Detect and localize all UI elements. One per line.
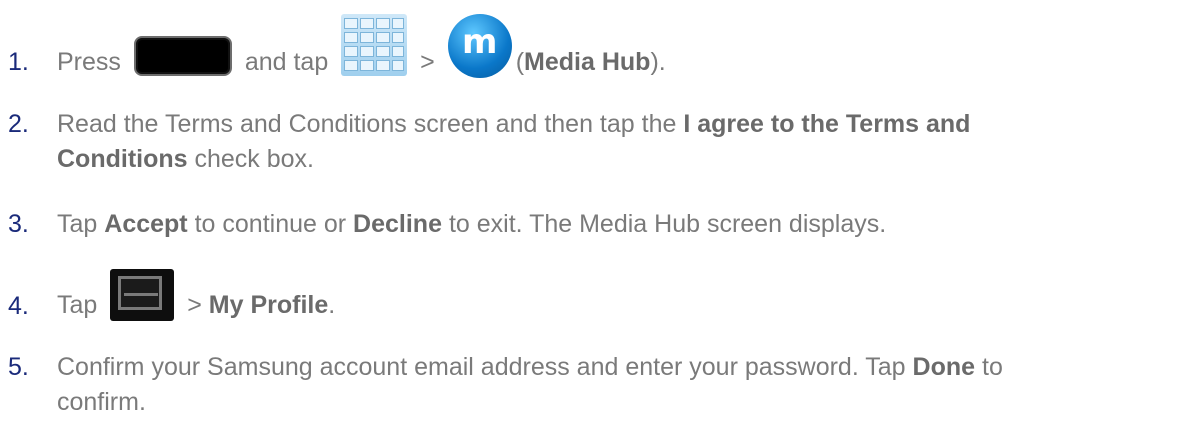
step-number: 5. bbox=[8, 353, 29, 381]
step-text: Press and tap > m (Media Hub). bbox=[57, 14, 666, 78]
step-number: 1. bbox=[8, 48, 29, 76]
menu-key-icon bbox=[110, 269, 175, 321]
step-text-line-2: confirm. bbox=[57, 388, 146, 416]
media-hub-icon: m bbox=[447, 14, 512, 78]
step-text-line-1: Confirm your Samsung account email addre… bbox=[57, 353, 1003, 381]
step-3: 3. Tap Accept to continue or Decline to … bbox=[0, 210, 1177, 245]
step-4: 4. Tap > My Profile. bbox=[0, 255, 1177, 325]
step-1: 1. Press and tap > m (Media Hub). bbox=[0, 0, 1177, 80]
step-5: 5. Confirm your Samsung account email ad… bbox=[0, 353, 1177, 423]
step-number: 4. bbox=[8, 292, 29, 320]
step-text-line-1: Read the Terms and Conditions screen and… bbox=[57, 110, 971, 138]
home-key-icon bbox=[133, 36, 232, 76]
step-text: Tap > My Profile. bbox=[57, 269, 335, 321]
step-text-line-2: Conditions check box. bbox=[57, 145, 314, 173]
applications-icon bbox=[341, 14, 408, 76]
step-number: 3. bbox=[8, 210, 29, 238]
step-text: Tap Accept to continue or Decline to exi… bbox=[57, 210, 887, 238]
step-2: 2. Read the Terms and Conditions screen … bbox=[0, 110, 1177, 180]
step-number: 2. bbox=[8, 110, 29, 138]
